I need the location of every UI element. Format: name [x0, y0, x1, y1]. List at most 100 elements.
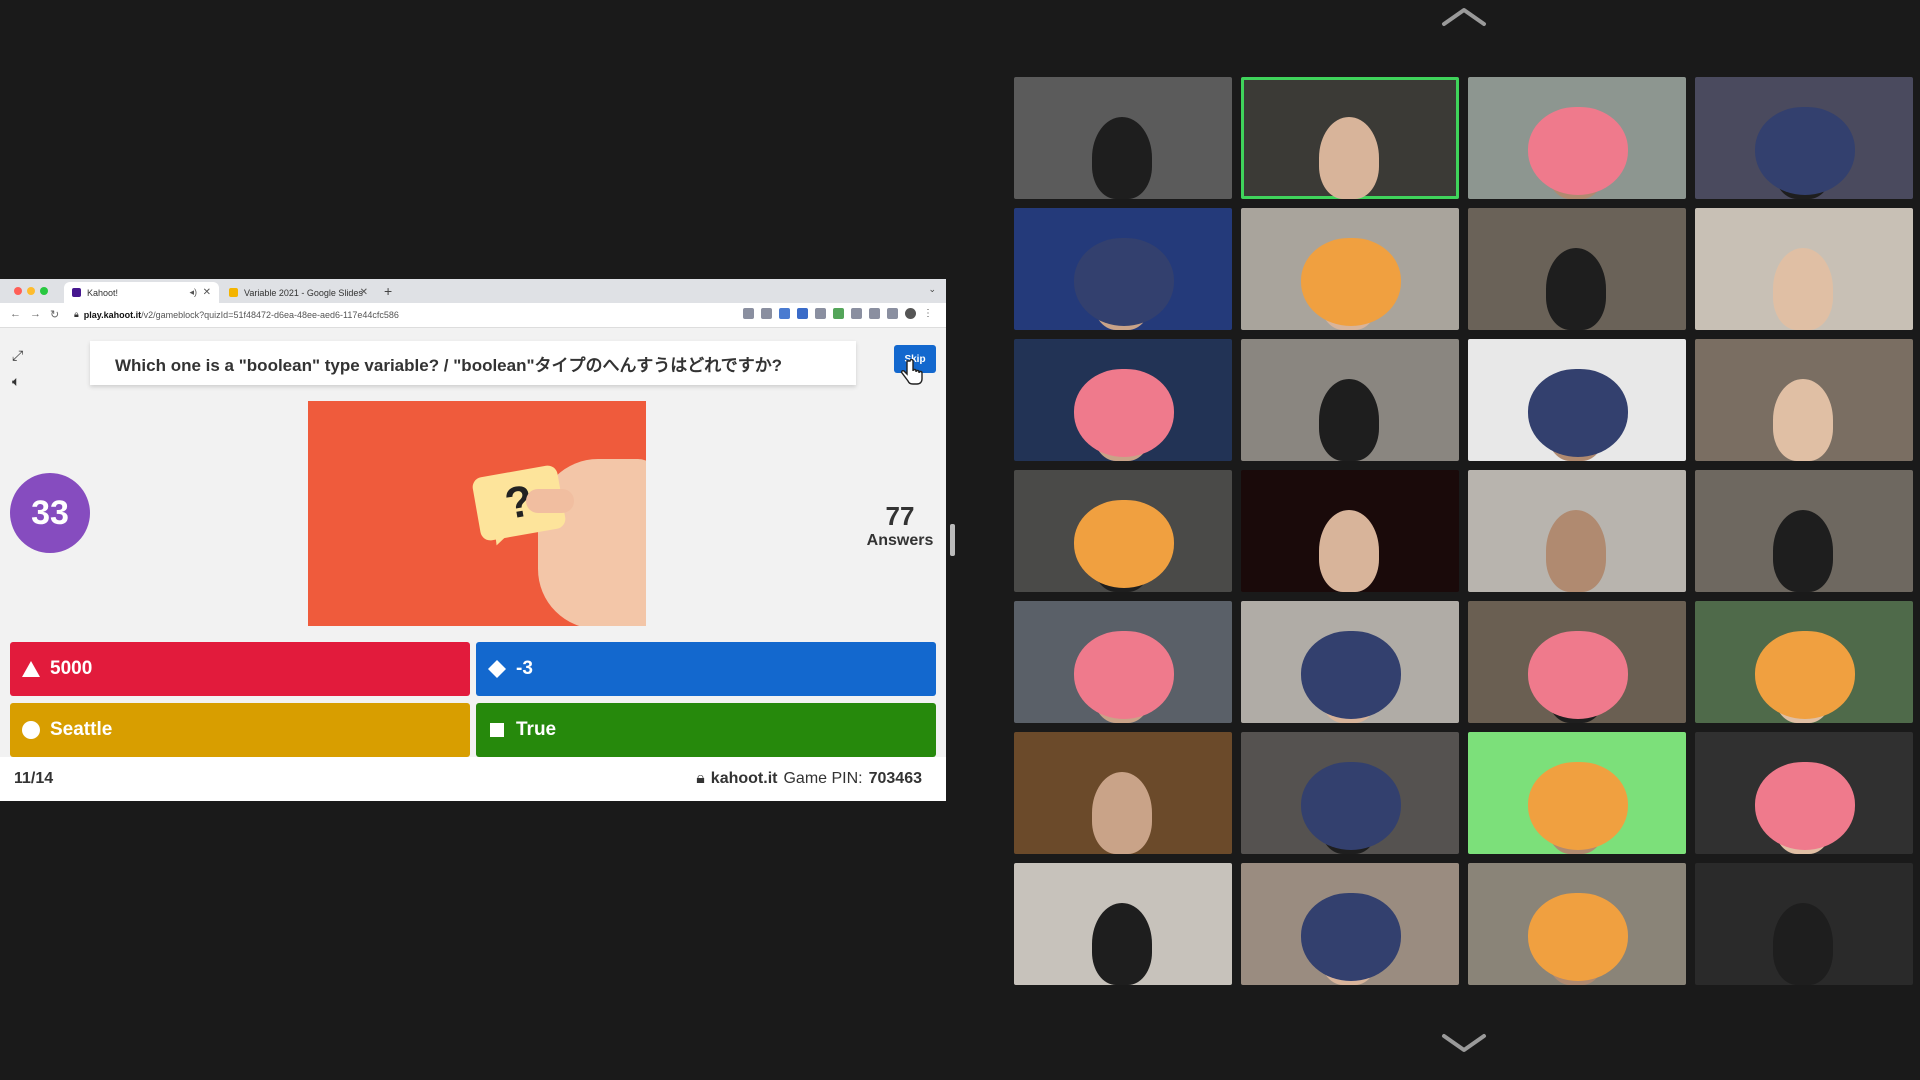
fruit-sticker-overlay: [1528, 631, 1628, 719]
close-tab-icon[interactable]: ✕: [360, 287, 368, 298]
participant-video-tile[interactable]: [1014, 77, 1232, 199]
close-window-button[interactable]: [14, 287, 22, 295]
answer-option-square[interactable]: True: [476, 703, 936, 757]
answer-text: Seattle: [50, 719, 113, 740]
fruit-sticker-overlay: [1755, 107, 1855, 195]
participant-video-tile[interactable]: [1468, 77, 1686, 199]
kahoot-favicon-icon: [72, 288, 81, 297]
participant-video-tile[interactable]: [1014, 601, 1232, 723]
translate-extension-icon[interactable]: [779, 308, 790, 319]
participant-video-tile[interactable]: [1241, 863, 1459, 985]
game-pin: 🔒︎ kahoot.it Game PIN: 703463: [696, 770, 922, 788]
participant-video-tile[interactable]: [1695, 732, 1913, 854]
participant-video-tile[interactable]: [1014, 470, 1232, 592]
hand-cursor-icon: [900, 359, 923, 385]
forward-arrow-icon[interactable]: →: [30, 308, 41, 320]
participant-video-tile[interactable]: [1241, 77, 1459, 199]
participant-silhouette: [1773, 248, 1833, 330]
answer-option-diamond[interactable]: -3: [476, 642, 936, 696]
participant-video-tile[interactable]: [1695, 863, 1913, 985]
participant-video-tile[interactable]: [1695, 339, 1913, 461]
answer-text: True: [516, 719, 557, 740]
circle-icon: [20, 719, 42, 741]
share-icon[interactable]: [743, 308, 754, 319]
participant-video-tile[interactable]: [1241, 732, 1459, 854]
participant-silhouette: [1546, 510, 1606, 592]
url-path: /v2/gameblock?quizId=51f48472-d6ea-48ee-…: [141, 309, 399, 320]
participant-video-tile[interactable]: [1468, 208, 1686, 330]
tab-search-chevron-icon[interactable]: ⌄: [928, 284, 936, 295]
more-menu-icon[interactable]: ⋮: [923, 308, 934, 319]
participant-video-tile[interactable]: [1468, 863, 1686, 985]
tab-label: Variable 2021 - Google Slides: [244, 287, 363, 298]
answers-counter: 77 Answers: [860, 501, 940, 550]
question-title: Which one is a "boolean" type variable? …: [90, 341, 856, 385]
triangle-icon: [20, 658, 42, 680]
split-view-resize-handle[interactable]: [950, 524, 955, 556]
participant-video-tile[interactable]: [1014, 208, 1232, 330]
participant-video-tile[interactable]: [1241, 339, 1459, 461]
participant-video-tile[interactable]: [1695, 208, 1913, 330]
reload-icon[interactable]: ↻: [50, 308, 59, 321]
participant-video-tile[interactable]: [1241, 208, 1459, 330]
participant-video-tile[interactable]: [1014, 339, 1232, 461]
url-field[interactable]: 🔒︎ play.kahoot.it/v2/gameblock?quizId=51…: [74, 309, 399, 320]
participant-video-tile[interactable]: [1241, 601, 1459, 723]
participant-video-tile[interactable]: [1468, 732, 1686, 854]
lock-icon: 🔒︎: [696, 770, 705, 787]
question-image: ?: [308, 401, 646, 626]
participant-video-tile[interactable]: [1014, 863, 1232, 985]
finger-shape: [526, 489, 574, 513]
extension-icon[interactable]: [815, 308, 826, 319]
participant-video-tile[interactable]: [1695, 470, 1913, 592]
volume-icon[interactable]: 🔈︎: [12, 373, 20, 390]
shared-screen-window: Kahoot! ◂) ✕ Variable 2021 - Google Slid…: [0, 279, 946, 801]
answer-text: 5000: [50, 658, 93, 679]
participant-video-tile[interactable]: [1241, 470, 1459, 592]
minimize-window-button[interactable]: [27, 287, 35, 295]
fruit-sticker-overlay: [1074, 500, 1174, 588]
star-icon[interactable]: [761, 308, 772, 319]
fruit-sticker-overlay: [1755, 762, 1855, 850]
fruit-sticker-overlay: [1528, 369, 1628, 457]
site-name: kahoot.it: [710, 770, 778, 787]
participant-video-tile[interactable]: [1468, 470, 1686, 592]
square-icon: [486, 719, 508, 741]
participant-silhouette: [1319, 379, 1379, 461]
back-arrow-icon[interactable]: ←: [10, 308, 21, 320]
maximize-window-button[interactable]: [40, 287, 48, 295]
extension-icon[interactable]: [833, 308, 844, 319]
tab-google-slides[interactable]: Variable 2021 - Google Slides ✕: [221, 282, 376, 303]
fullscreen-icon[interactable]: ⤢: [12, 347, 23, 364]
answer-text: -3: [516, 658, 533, 679]
speaker-icon[interactable]: ◂): [189, 287, 197, 298]
participant-video-tile[interactable]: [1468, 601, 1686, 723]
close-tab-icon[interactable]: ✕: [203, 287, 211, 298]
tab-kahoot[interactable]: Kahoot! ◂) ✕: [64, 282, 219, 303]
fruit-sticker-overlay: [1301, 762, 1401, 850]
kahoot-question-page: ⤢ 🔈︎ Which one is a "boolean" type varia…: [0, 327, 946, 801]
pin-number: 703463: [868, 770, 922, 787]
reading-list-icon[interactable]: [887, 308, 898, 319]
lock-icon: 🔒︎: [74, 309, 79, 319]
extension-icon[interactable]: [851, 308, 862, 319]
participant-silhouette: [1092, 117, 1152, 199]
profile-avatar[interactable]: [905, 308, 916, 319]
answer-option-triangle[interactable]: 5000: [10, 642, 470, 696]
participant-video-tile[interactable]: [1468, 339, 1686, 461]
fruit-sticker-overlay: [1074, 631, 1174, 719]
scroll-up-chevron-icon[interactable]: [1440, 4, 1488, 28]
answer-option-circle[interactable]: Seattle: [10, 703, 470, 757]
participant-video-tile[interactable]: [1695, 77, 1913, 199]
participant-silhouette: [1092, 903, 1152, 985]
scroll-down-chevron-icon[interactable]: [1440, 1032, 1488, 1056]
participant-silhouette: [1546, 248, 1606, 330]
answers-label: Answers: [866, 532, 934, 549]
fruit-sticker-overlay: [1074, 238, 1174, 326]
participant-video-tile[interactable]: [1695, 601, 1913, 723]
puzzle-icon[interactable]: [869, 308, 880, 319]
new-tab-icon[interactable]: +: [384, 283, 392, 299]
participant-video-tile[interactable]: [1014, 732, 1232, 854]
screen-recorder-extension-icon[interactable]: [797, 308, 808, 319]
participant-silhouette: [1773, 510, 1833, 592]
